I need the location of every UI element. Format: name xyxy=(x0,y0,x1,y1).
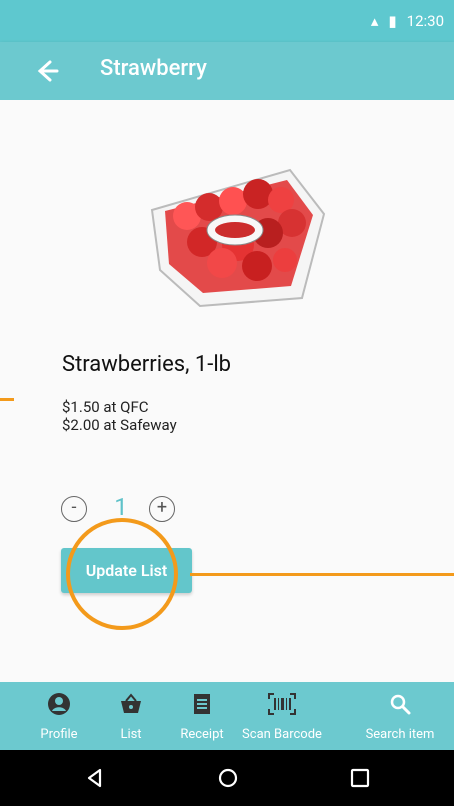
back-arrow-icon[interactable] xyxy=(30,55,62,87)
decrease-quantity-button[interactable]: - xyxy=(61,496,87,522)
system-back-icon[interactable] xyxy=(82,766,106,790)
nav-label: Scan Barcode xyxy=(242,727,322,742)
barcode-icon xyxy=(268,693,296,715)
signal-icon: ▴ xyxy=(370,12,379,30)
increase-quantity-button[interactable]: + xyxy=(149,496,175,522)
receipt-icon xyxy=(194,694,210,714)
strawberry-package-image xyxy=(150,168,326,308)
nav-list[interactable]: List xyxy=(102,682,160,750)
system-navigation-bar xyxy=(0,750,454,806)
search-icon xyxy=(390,694,411,715)
app-bar: Strawberry xyxy=(0,42,454,100)
nav-label: List xyxy=(120,727,142,742)
product-name: Strawberries, 1-lb xyxy=(62,352,232,377)
nav-scan-barcode[interactable]: Scan Barcode xyxy=(220,682,344,750)
status-icons: ▴ ▮ 12:30 xyxy=(371,12,444,30)
status-bar: ▴ ▮ 12:30 xyxy=(0,0,454,42)
annotation-highlight-circle xyxy=(66,518,178,630)
system-recents-icon[interactable] xyxy=(348,766,372,790)
annotation-left-line xyxy=(0,398,14,401)
price-safeway: $2.00 at Safeway xyxy=(62,416,177,434)
profile-icon xyxy=(48,693,70,715)
price-qfc: $1.50 at QFC xyxy=(62,398,149,416)
nav-search-item[interactable]: Search item xyxy=(354,682,446,750)
battery-icon: ▮ xyxy=(388,12,397,30)
nav-profile[interactable]: Profile xyxy=(26,682,92,750)
basket-icon xyxy=(121,693,141,713)
annotation-pointer-line xyxy=(190,573,454,576)
nav-label: Profile xyxy=(40,727,78,742)
quantity-value: 1 xyxy=(114,493,128,521)
page-title: Strawberry xyxy=(100,56,207,81)
product-detail: Strawberries, 1-lb $1.50 at QFC $2.00 at… xyxy=(0,100,454,682)
status-time: 12:30 xyxy=(406,12,444,30)
nav-label: Search item xyxy=(365,727,435,742)
system-home-icon[interactable] xyxy=(216,766,240,790)
bottom-navigation: Profile List Receipt Scan Barcode Search… xyxy=(0,682,454,750)
